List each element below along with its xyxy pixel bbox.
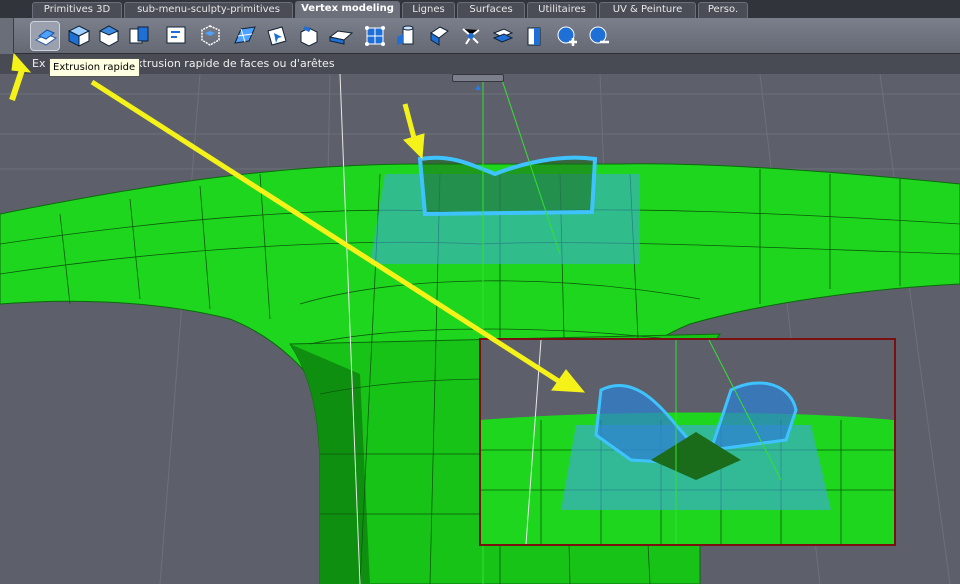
tooltip: Extrusion rapide [49,58,140,77]
layers-button[interactable] [488,21,518,51]
add-sphere-button[interactable] [552,21,582,51]
tab-lignes[interactable]: Lignes [402,2,455,18]
ribbon-tab-bar: Primitives 3D sub-menu-sculpty-primitive… [0,0,960,18]
cylinder-cut-button[interactable] [520,21,550,51]
mesh-shadow [290,344,370,584]
split-cube-icon [129,26,149,44]
vertex-modeling-toolbar [0,18,960,54]
split-cube-button[interactable] [124,21,154,51]
box-select-button[interactable] [196,21,226,51]
status-bar: Ex xtrusion rapide de faces ou d'arêtes [0,54,960,74]
cylinder-icon [397,25,414,45]
cube-button[interactable] [64,21,94,51]
quad-icon [166,26,186,44]
tab-vertex-modeling[interactable]: Vertex modeling [295,1,400,18]
mesh-fold-button[interactable] [230,21,260,51]
box-select-icon [201,25,220,46]
extrusion-rapide-button[interactable] [30,21,60,51]
strip-button[interactable] [326,21,356,51]
box-open-icon [300,26,318,47]
tab-utilitaires[interactable]: Utilitaires [527,2,597,18]
extrusion-rapide-icon [34,29,58,46]
cylinder-button[interactable] [392,21,422,51]
zoom-inset [479,338,896,546]
face-turn-icon [430,26,449,46]
strip-icon [328,30,354,45]
vertex-grid-icon [365,26,385,46]
box-open-button[interactable] [294,21,324,51]
status-text: xtrusion rapide de faces ou d'arêtes [136,57,335,70]
vertex-grid-button[interactable] [360,21,390,51]
toolbar-left-handle[interactable] [0,18,14,54]
node-tree-icon [462,28,480,45]
bevel-cube-icon [98,25,120,47]
tab-perso[interactable]: Perso. [698,2,748,18]
inset-scene [481,340,894,544]
bevel-cube-button[interactable] [94,21,124,51]
tab-uv-peinture[interactable]: UV & Peinture [599,2,696,18]
quad-button[interactable] [162,21,192,51]
remove-sphere-icon [589,26,609,44]
remove-sphere-button[interactable] [584,21,614,51]
viewport-collapse-handle[interactable] [452,74,504,90]
cylinder-cut-icon [527,27,541,46]
face-turn-button[interactable] [424,21,454,51]
cursor-mesh-button[interactable] [262,21,292,51]
node-tree-button[interactable] [456,21,486,51]
tab-sub-menu-sculpty-primitives[interactable]: sub-menu-sculpty-primitives [124,2,293,18]
layers-icon [492,28,514,43]
mesh-fold-icon [234,26,256,44]
status-prefix: Ex [32,57,46,70]
tab-primitives-3d[interactable]: Primitives 3D [32,2,122,18]
tab-surfaces[interactable]: Surfaces [457,2,525,18]
add-sphere-icon [557,26,577,46]
cursor-mesh-icon [267,26,287,46]
cube-icon [67,25,91,47]
